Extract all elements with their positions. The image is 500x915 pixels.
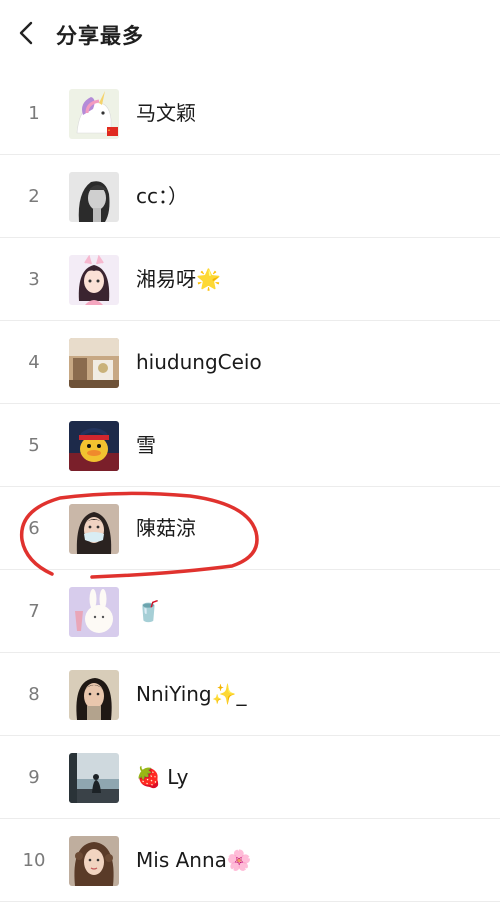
avatar[interactable] (69, 338, 119, 388)
curly-hair-girl-avatar-icon (69, 836, 119, 886)
avatar[interactable] (69, 753, 119, 803)
rank-number: 3 (28, 269, 40, 290)
list-item[interactable]: 6 陳菇涼 (0, 487, 500, 570)
avatar[interactable] (69, 89, 119, 139)
rank-number: 5 (28, 435, 40, 456)
room-photo-avatar-icon (69, 338, 119, 388)
list-item[interactable]: 10 Mis Anna🌸 (0, 819, 500, 902)
rank-number: 10 (22, 850, 46, 871)
avatar[interactable] (69, 587, 119, 637)
rank-number: 1 (28, 103, 40, 124)
user-name: NniYing✨_ (136, 682, 247, 706)
cartoon-girl-avatar-icon (69, 255, 119, 305)
avatar[interactable] (69, 836, 119, 886)
rank-number: 8 (28, 684, 40, 705)
user-name: 雪 (136, 433, 156, 457)
avatar[interactable] (69, 670, 119, 720)
list-item[interactable]: 1 马文颖 (0, 72, 500, 155)
list-item[interactable]: 8 NniYing✨_ (0, 653, 500, 736)
list-item[interactable]: 5 雪 (0, 404, 500, 487)
rank-number: 6 (28, 518, 40, 539)
page-title: 分享最多 (56, 24, 144, 48)
user-name: 🥤 (136, 599, 161, 623)
rank-number: 7 (28, 601, 40, 622)
user-name: hiudungCeio (136, 350, 262, 374)
user-name: 陳菇涼 (136, 516, 196, 540)
cartoon-duck-avatar-icon (69, 421, 119, 471)
rank-number: 4 (28, 352, 40, 373)
share-ranking-list: 1 马文颖 2 cc：） 3 湘易呀🌟 4 hiudungCeio 5 雪 6 … (0, 72, 500, 902)
user-name: Mis Anna🌸 (136, 848, 252, 872)
avatar[interactable] (69, 421, 119, 471)
bunny-drawing-avatar-icon (69, 587, 119, 637)
list-item[interactable]: 2 cc：） (0, 155, 500, 238)
chevron-left-icon (19, 21, 33, 45)
rank-number: 9 (28, 767, 40, 788)
user-name: 马文颖 (136, 101, 196, 125)
avatar[interactable] (69, 504, 119, 554)
user-name: 湘易呀🌟 (136, 267, 221, 291)
list-item[interactable]: 3 湘易呀🌟 (0, 238, 500, 321)
girl-selfie-avatar-icon (69, 670, 119, 720)
back-button[interactable] (14, 18, 42, 48)
rank-number: 2 (28, 186, 40, 207)
avatar[interactable] (69, 172, 119, 222)
list-item[interactable]: 4 hiudungCeio (0, 321, 500, 404)
top-bar: 分享最多 (0, 0, 500, 70)
seaside-silhouette-avatar-icon (69, 753, 119, 803)
masked-girl-avatar-icon (69, 504, 119, 554)
list-item[interactable]: 9 🍓 Ly (0, 736, 500, 819)
list-item[interactable]: 7 🥤 (0, 570, 500, 653)
unicorn-avatar-icon (69, 89, 119, 139)
bw-portrait-avatar-icon (69, 172, 119, 222)
avatar[interactable] (69, 255, 119, 305)
user-name: 🍓 Ly (136, 765, 189, 789)
user-name: cc：） (136, 184, 188, 208)
